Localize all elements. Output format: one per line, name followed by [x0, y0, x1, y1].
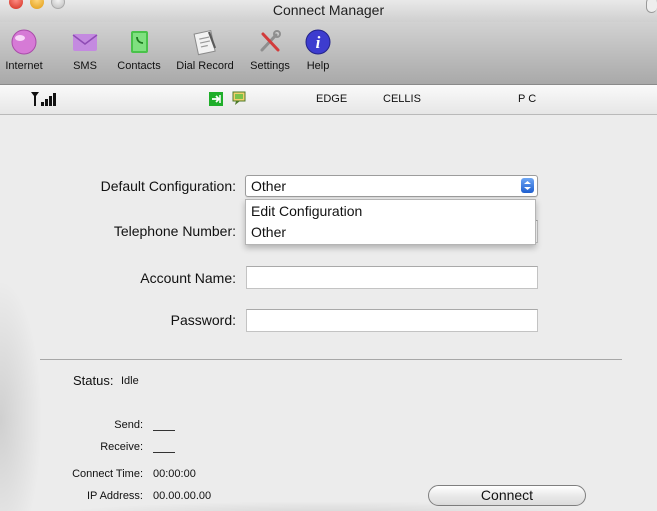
receive-value — [153, 452, 175, 453]
toolbar-contacts-label: Contacts — [117, 60, 161, 72]
password-label: Password: — [170, 312, 236, 328]
operator-label: CELLIS — [383, 93, 421, 105]
contacts-book-icon — [131, 31, 148, 53]
toolbar-sms-label: SMS — [73, 60, 97, 72]
toolbar-toggle-button[interactable] — [646, 0, 657, 13]
connect-button[interactable]: Connect — [428, 485, 586, 506]
account-name-field[interactable] — [246, 266, 538, 289]
toolbar-contacts-button[interactable]: Contacts — [112, 28, 166, 72]
section-divider — [40, 359, 622, 360]
toolbar-sms-button[interactable]: SMS — [70, 28, 100, 72]
toolbar-help-button[interactable]: i Help — [303, 28, 333, 72]
title-bar: Connect Manager — [0, 0, 657, 22]
ip-address-value: 00.00.00.00 — [153, 490, 212, 502]
sms-envelope-icon — [72, 34, 98, 51]
toolbar-dial-record-label: Dial Record — [176, 60, 234, 72]
send-value — [153, 430, 175, 431]
toolbar-help-label: Help — [306, 60, 330, 72]
signal-strength-icon — [31, 92, 56, 106]
toolbar-dial-record-button[interactable]: Dial Record — [172, 28, 238, 72]
toolbar-internet-button[interactable]: Internet — [2, 28, 46, 72]
main-content-area: Default Configuration: Other Telephone N… — [0, 115, 657, 511]
window-title: Connect Manager — [272, 2, 385, 18]
select-arrows-icon — [521, 178, 534, 193]
default-configuration-label: Default Configuration: — [100, 178, 236, 194]
dropdown-option-other[interactable]: Other — [251, 224, 286, 240]
toolbar-internet-label: Internet — [5, 60, 43, 72]
telephone-number-label: Telephone Number: — [113, 223, 236, 239]
dial-record-icon — [193, 29, 217, 56]
settings-tools-icon — [260, 30, 281, 52]
connect-time-value: 00:00:00 — [153, 468, 196, 480]
toolbar-settings-label: Settings — [250, 60, 290, 72]
send-label: Send: — [114, 419, 143, 431]
default-configuration-value: Other — [251, 178, 287, 194]
connect-manager-window: Connect Manager Internet SMS Contacts Di… — [0, 0, 657, 511]
status-label: Status: — [73, 373, 114, 388]
default-configuration-select[interactable]: Other — [245, 175, 538, 197]
password-field[interactable] — [246, 309, 538, 332]
message-status-icon — [232, 91, 246, 105]
network-mode-label: EDGE — [316, 93, 348, 105]
svg-text:i: i — [316, 33, 321, 52]
configuration-dropdown-menu: Edit Configuration Other — [245, 199, 536, 245]
receive-label: Receive: — [100, 441, 143, 453]
internet-globe-icon — [11, 29, 37, 55]
ip-address-label: IP Address: — [86, 490, 143, 502]
connection-status-strip: EDGE CELLIS P C — [0, 85, 657, 115]
account-name-label: Account Name: — [140, 270, 236, 286]
status-value: Idle — [121, 375, 139, 387]
help-info-icon: i — [305, 29, 331, 55]
connection-target-label: P C — [518, 93, 537, 105]
connect-status-icon — [209, 92, 223, 106]
toolbar-settings-button[interactable]: Settings — [245, 28, 295, 72]
dropdown-option-edit-configuration[interactable]: Edit Configuration — [251, 203, 362, 219]
main-toolbar: Internet SMS Contacts Dial Record Settin… — [0, 22, 657, 85]
connect-time-label: Connect Time: — [72, 468, 143, 480]
